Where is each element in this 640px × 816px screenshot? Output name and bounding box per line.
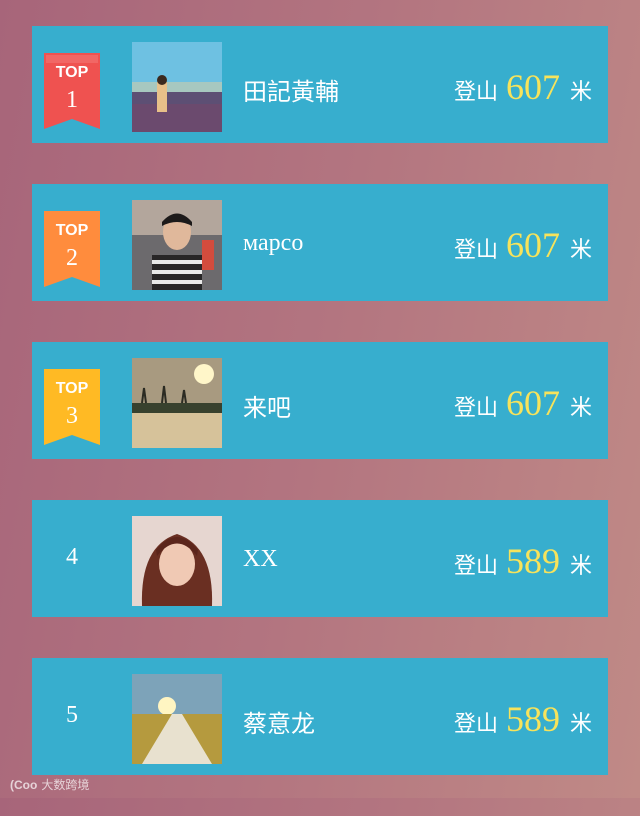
list-item[interactable]: TOP 2 марco 登山 607 米 — [32, 184, 608, 301]
score-value: 607 — [505, 225, 560, 265]
score-prefix: 登山 — [453, 553, 498, 578]
young-man-avatar-icon — [132, 200, 222, 290]
avatar[interactable] — [132, 200, 222, 290]
list-item[interactable]: TOP 3 来吧 登山 607 米 — [32, 342, 608, 459]
score-prefix: 登山 — [453, 237, 498, 262]
rank-number: 3 — [66, 403, 78, 429]
watermark: (Coo 大数跨境 — [10, 776, 89, 793]
score: 登山 607 米 — [454, 382, 592, 424]
list-item[interactable]: 5 蔡意龙 登山 589 米 — [32, 658, 608, 775]
user-name: марco — [243, 230, 304, 256]
score-unit: 米 — [569, 237, 592, 262]
score-value: 607 — [505, 67, 560, 107]
rank-number: 5 — [66, 702, 78, 728]
avatar[interactable] — [132, 42, 222, 132]
rank-label: TOP — [56, 64, 89, 81]
leaderboard-list: TOP 1 田記黃輔 登山 607 米 TOP 2 марco 登山 607 米… — [32, 26, 608, 816]
rank-number: 4 — [66, 544, 78, 570]
user-name: 田記黃輔 — [243, 80, 339, 106]
avatar[interactable] — [132, 516, 222, 606]
score-unit: 米 — [569, 79, 592, 104]
user-name: 蔡意龙 — [243, 712, 315, 738]
score: 登山 607 米 — [454, 66, 592, 108]
score-unit: 米 — [569, 553, 592, 578]
score-unit: 米 — [569, 711, 592, 736]
rank-number: 2 — [66, 245, 78, 271]
score-prefix: 登山 — [453, 79, 498, 104]
woman-portrait-avatar-icon — [132, 516, 222, 606]
sunrise-road-avatar-icon — [132, 674, 222, 764]
watermark-logo: (Coo — [10, 778, 38, 792]
score-value: 589 — [505, 541, 560, 581]
score-prefix: 登山 — [453, 711, 498, 736]
score-unit: 米 — [569, 395, 592, 420]
user-name: XX — [243, 546, 278, 572]
list-item[interactable]: 4 XX 登山 589 米 — [32, 500, 608, 617]
score-prefix: 登山 — [453, 395, 498, 420]
avatar[interactable] — [132, 358, 222, 448]
score: 登山 589 米 — [454, 540, 592, 582]
top-ribbon-badge-1: TOP 1 — [44, 53, 100, 129]
rank-label: TOP — [56, 380, 89, 397]
sunset-landscape-avatar-icon — [132, 358, 222, 448]
rank-label: TOP — [56, 222, 89, 239]
avatar[interactable] — [132, 674, 222, 764]
score-value: 589 — [505, 699, 560, 739]
score: 登山 589 米 — [454, 698, 592, 740]
score: 登山 607 米 — [454, 224, 592, 266]
top-ribbon-badge-3: TOP 3 — [44, 369, 100, 445]
top-ribbon-badge-2: TOP 2 — [44, 211, 100, 287]
user-name: 来吧 — [243, 396, 291, 422]
list-item[interactable]: TOP 1 田記黃輔 登山 607 米 — [32, 26, 608, 143]
rank-number: 1 — [66, 87, 78, 113]
field-person-avatar-icon — [132, 42, 222, 132]
score-value: 607 — [505, 383, 560, 423]
watermark-text: 大数跨境 — [41, 778, 90, 792]
